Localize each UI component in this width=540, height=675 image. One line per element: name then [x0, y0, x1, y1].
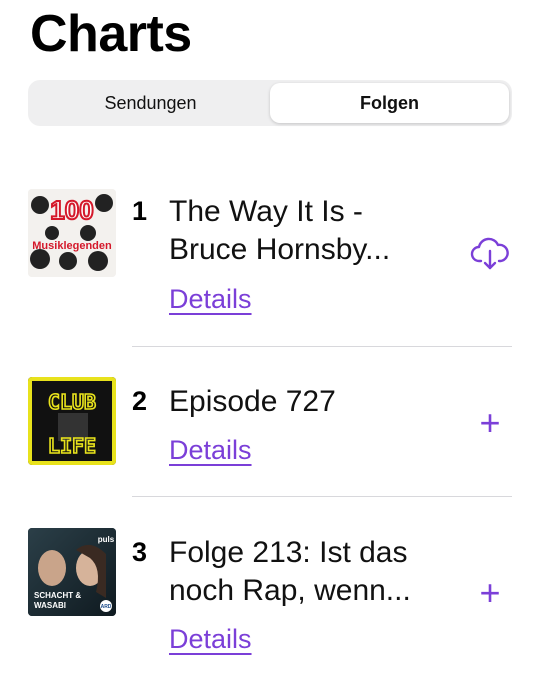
episode-title: Episode 727 — [169, 385, 336, 418]
svg-text:100: 100 — [50, 195, 93, 225]
divider — [132, 346, 512, 347]
episode-title: The Way It Is - Bruce Hornsby... — [169, 195, 391, 266]
episode-title: Folge 213: Ist das noch Rap, wenn... — [169, 536, 411, 607]
segment-sendungen[interactable]: Sendungen — [31, 83, 270, 123]
segmented-control: Sendungen Folgen — [28, 80, 512, 126]
plus-glyph: + — [479, 402, 501, 443]
page-title: Charts — [30, 5, 192, 63]
details-link[interactable]: Details — [169, 433, 252, 467]
details-link[interactable]: Details — [169, 622, 252, 656]
svg-text:SCHACHT &: SCHACHT & — [34, 591, 81, 600]
svg-text:CLUB: CLUB — [48, 390, 96, 414]
svg-text:Musiklegenden: Musiklegenden — [32, 240, 112, 252]
charts-screen: Charts Sendungen Folgen 100 Musiklegende… — [0, 0, 540, 675]
art-badge: puls — [98, 535, 115, 544]
divider — [132, 496, 512, 497]
cloud-download-icon[interactable] — [468, 232, 512, 276]
art-badge2: ARD — [101, 604, 112, 610]
episode-rank: 3 — [132, 537, 148, 567]
plus-icon[interactable]: + — [468, 401, 512, 445]
plus-glyph: + — [479, 572, 501, 613]
segment-folgen[interactable]: Folgen — [270, 83, 509, 123]
details-link[interactable]: Details — [169, 282, 252, 316]
episode-artwork: puls SCHACHT & WASABI ARD — [28, 528, 116, 616]
episode-artwork: CLUB LIFE — [28, 377, 116, 465]
svg-text:WASABI: WASABI — [34, 601, 66, 610]
svg-text:LIFE: LIFE — [48, 434, 96, 458]
episode-artwork: 100 Musiklegenden — [28, 189, 116, 277]
plus-icon[interactable]: + — [468, 571, 512, 615]
episode-rank: 2 — [132, 386, 148, 416]
episode-rank: 1 — [132, 196, 148, 226]
